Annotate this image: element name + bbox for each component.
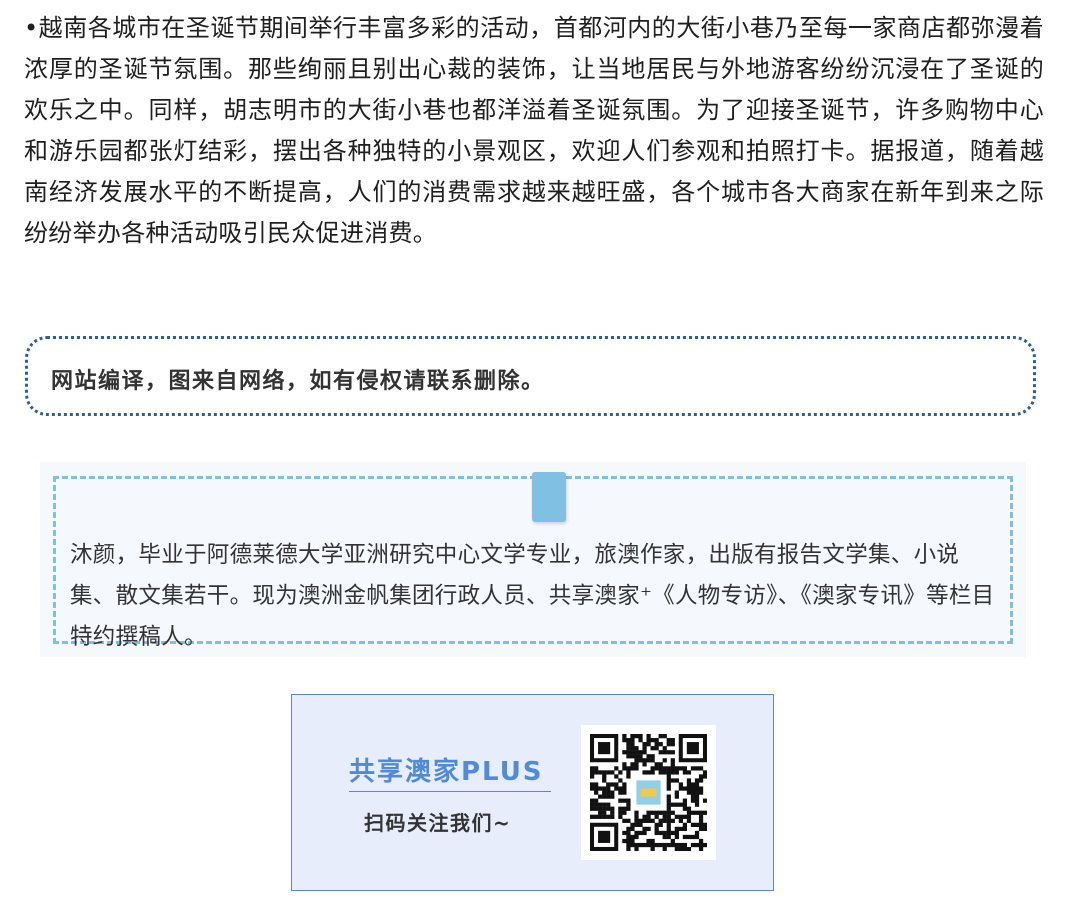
promo-title: 共享澳家PLUS: [349, 757, 544, 787]
author-info-panel: 沐颜，毕业于阿德莱德大学亚洲研究中心文学专业，旅澳作家，出版有报告文学集、小说集…: [40, 462, 1026, 657]
promo-subtitle: 扫码关注我们~: [364, 811, 512, 835]
copyright-notice-box: 网站编译，图来自网络，如有侵权请联系删除。: [25, 336, 1036, 416]
promo-divider: [349, 791, 551, 792]
copyright-notice-text: 网站编译，图来自网络，如有侵权请联系删除。: [51, 369, 545, 394]
qr-code-icon[interactable]: [581, 725, 716, 860]
author-info-frame: 沐颜，毕业于阿德莱德大学亚洲研究中心文学专业，旅澳作家，出版有报告文学集、小说集…: [53, 472, 1013, 650]
author-bio: 沐颜，毕业于阿德莱德大学亚洲研究中心文学专业，旅澳作家，出版有报告文学集、小说集…: [70, 542, 995, 650]
article-paragraph: •越南各城市在圣诞节期间举行丰富多彩的活动，首都河内的大街小巷乃至每一家商店都弥…: [24, 14, 1044, 247]
follow-promo-card: 共享澳家PLUS 扫码关注我们~: [291, 694, 774, 891]
bookmark-tab-icon: [532, 472, 566, 522]
